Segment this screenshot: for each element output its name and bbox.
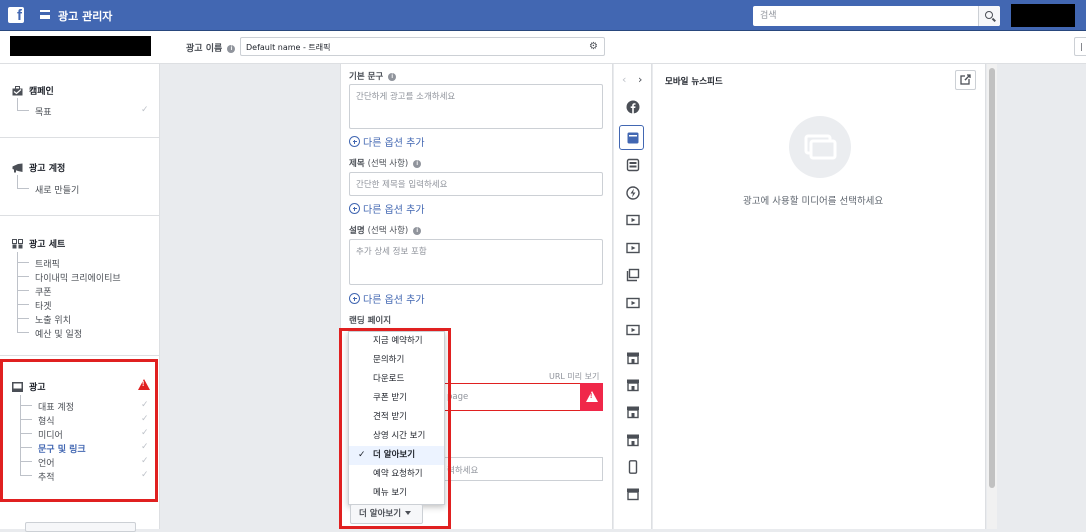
marketplace-icon[interactable]: [626, 268, 640, 282]
info-icon[interactable]: i: [413, 160, 422, 168]
sidebar-item-dynamic-creative[interactable]: 다이내믹 크리에이티브: [35, 271, 121, 284]
search-box: [753, 6, 1000, 26]
add-option-link[interactable]: 다른 옵션 추가: [349, 201, 425, 216]
media-gallery-icon: [804, 134, 837, 160]
toolbar-button-partial[interactable]: |: [1074, 37, 1086, 56]
plus-circle-icon: [349, 136, 360, 147]
facebook-logo-icon[interactable]: f: [8, 7, 24, 23]
video-icon[interactable]: [626, 241, 640, 255]
video-icon[interactable]: [626, 213, 640, 227]
sidebar-account-header[interactable]: 광고 계정: [12, 161, 65, 174]
video-icon[interactable]: [626, 296, 640, 310]
video-icon[interactable]: [626, 323, 640, 337]
sidebar-bottom-button-partial[interactable]: [25, 522, 136, 532]
store-icon[interactable]: [626, 351, 640, 365]
info-icon[interactable]: i: [388, 73, 397, 81]
sidebar-account-title: 광고 계정: [29, 164, 66, 174]
store-icon[interactable]: [626, 433, 640, 447]
redacted-account-block: [1011, 4, 1075, 27]
hamburger-menu-icon[interactable]: [40, 10, 50, 19]
sidebar-campaign-title: 캠페인: [29, 87, 54, 97]
search-icon: [985, 11, 993, 19]
primary-text-label: 기본 문구 i: [349, 70, 397, 82]
description-label: 설명 (선택 사항) i: [349, 224, 422, 236]
search-input[interactable]: [753, 6, 979, 26]
megaphone-icon: [12, 163, 23, 173]
stories-icon[interactable]: [626, 158, 640, 172]
sidebar-adset-title: 광고 세트: [29, 240, 66, 250]
ad-name-label: 광고 이름 i: [186, 41, 236, 54]
top-navigation-bar: f 광고 관리자: [0, 0, 1086, 31]
ad-name-input[interactable]: Default name - 트래픽 ⚙: [240, 37, 605, 56]
store-icon[interactable]: [626, 378, 640, 392]
url-error-indicator: !: [580, 383, 603, 411]
sidebar-item-objective[interactable]: 목표: [35, 105, 52, 118]
description-input[interactable]: 추가 상세 정보 포함: [349, 239, 603, 285]
app-title: 광고 관리자: [58, 10, 113, 23]
sidebar-adset-header[interactable]: 광고 세트: [12, 237, 65, 250]
store-icon[interactable]: [626, 405, 640, 419]
external-link-icon: [960, 74, 971, 85]
briefcase-icon: [12, 85, 23, 96]
plus-circle-icon: [349, 293, 360, 304]
search-button[interactable]: [978, 6, 1000, 26]
sidebar-item-coupon[interactable]: 쿠폰: [35, 285, 52, 298]
feed-icon[interactable]: [626, 131, 640, 145]
highlight-box-cta: [339, 328, 451, 529]
facebook-icon[interactable]: [626, 100, 640, 114]
display-link-input[interactable]: 력하세요: [444, 457, 603, 481]
chevron-left-icon[interactable]: ‹: [622, 73, 626, 86]
open-external-button[interactable]: [955, 70, 976, 90]
gear-icon[interactable]: ⚙: [589, 42, 599, 52]
redacted-account-name: [10, 36, 151, 56]
info-icon[interactable]: i: [227, 45, 236, 53]
add-option-link[interactable]: 다른 옵션 추가: [349, 291, 425, 306]
sidebar-item-placement[interactable]: 노출 위치: [35, 313, 71, 326]
add-option-link[interactable]: 다른 옵션 추가: [349, 134, 425, 149]
mobile-phone-icon[interactable]: [626, 460, 640, 474]
highlight-box-ad-section: [0, 359, 158, 502]
plus-circle-icon: [349, 203, 360, 214]
store-icon[interactable]: [626, 487, 640, 501]
sidebar-item-target[interactable]: 타겟: [35, 299, 52, 312]
media-placeholder: [789, 116, 851, 178]
grid-icon: [12, 238, 23, 249]
headline-input[interactable]: 간단한 제목을 입력하세요: [349, 172, 603, 196]
sidebar-campaign-header[interactable]: 캠페인: [12, 84, 54, 97]
scrollbar-thumb[interactable]: [989, 68, 995, 488]
chevron-right-icon[interactable]: ›: [638, 73, 642, 86]
landing-page-label: 랜딩 페이지: [349, 316, 392, 326]
info-icon[interactable]: i: [413, 227, 422, 235]
check-icon: ✓: [141, 105, 149, 115]
sidebar-item-traffic[interactable]: 트래픽: [35, 257, 60, 270]
sidebar-item-budget-schedule[interactable]: 예산 및 일정: [35, 327, 82, 340]
ad-name-value: Default name - 트래픽: [246, 43, 331, 52]
preview-empty-message: 광고에 사용할 미디어를 선택하세요: [743, 196, 884, 207]
warning-icon: !: [586, 391, 598, 402]
preview-placement-title: 모바일 뉴스피드: [665, 77, 723, 87]
primary-text-input[interactable]: 간단하게 광고를 소개하세요: [349, 84, 603, 129]
url-preview-link[interactable]: URL 미리 보기: [549, 371, 599, 382]
instant-article-icon[interactable]: [626, 186, 640, 200]
sidebar-item-create-new[interactable]: 새로 만들기: [35, 183, 79, 196]
headline-label: 제목 (선택 사항) i: [349, 157, 422, 169]
